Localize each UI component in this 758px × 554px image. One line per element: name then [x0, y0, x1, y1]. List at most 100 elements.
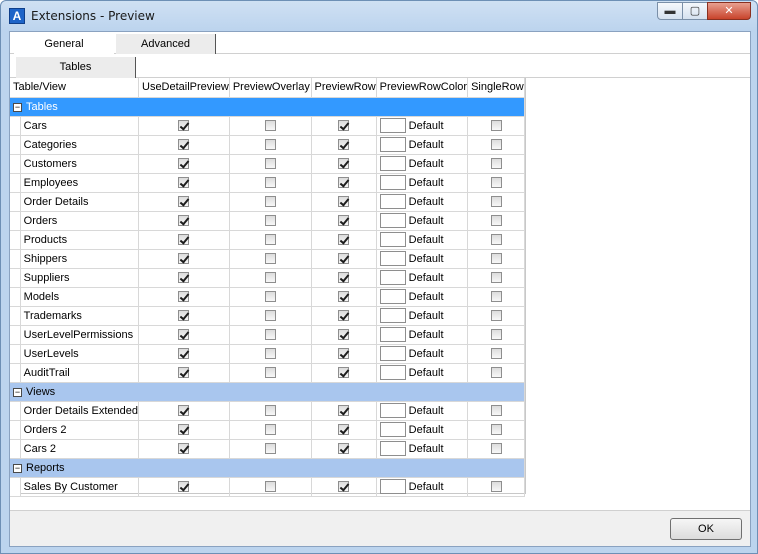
use-detail-preview-checkbox[interactable] — [178, 424, 190, 436]
use-detail-preview-checkbox[interactable] — [178, 405, 190, 417]
use-detail-preview-checkbox[interactable] — [178, 139, 190, 151]
color-swatch[interactable] — [379, 479, 406, 494]
table-row[interactable]: Order Details Extended Default — [10, 401, 525, 421]
single-row-checkbox[interactable] — [490, 481, 502, 493]
use-detail-preview-checkbox[interactable] — [178, 348, 190, 360]
color-swatch[interactable] — [379, 232, 406, 247]
use-detail-preview-checkbox[interactable] — [178, 272, 190, 284]
preview-row-color-cell[interactable]: Default — [376, 287, 469, 307]
preview-row-color-cell[interactable]: Default — [376, 344, 469, 364]
preview-row-color-cell[interactable]: Default — [376, 306, 469, 326]
table-row[interactable]: Trademarks Default — [10, 306, 525, 326]
preview-overlay-checkbox[interactable] — [264, 215, 276, 227]
use-detail-preview-checkbox[interactable] — [178, 234, 190, 246]
col-header-use-detail-preview[interactable]: UseDetailPreview — [138, 78, 230, 98]
group-row[interactable]: − Reports — [10, 458, 525, 478]
maximize-button[interactable]: ▢ — [682, 2, 708, 20]
preview-row-checkbox[interactable] — [338, 196, 350, 208]
preview-row-color-cell[interactable]: Default — [376, 154, 469, 174]
color-swatch[interactable] — [379, 365, 406, 380]
table-row[interactable]: Shippers Default — [10, 249, 525, 269]
preview-row-color-cell[interactable]: Default — [376, 116, 469, 136]
single-row-checkbox[interactable] — [490, 215, 502, 227]
close-button[interactable]: ✕ — [707, 2, 751, 20]
group-row[interactable]: − Views — [10, 382, 525, 402]
use-detail-preview-checkbox[interactable] — [178, 310, 190, 322]
col-header-preview-row-color[interactable]: PreviewRowColor — [376, 78, 469, 98]
preview-overlay-checkbox[interactable] — [264, 139, 276, 151]
table-row[interactable]: Employees Default — [10, 173, 525, 193]
single-row-checkbox[interactable] — [490, 443, 502, 455]
color-swatch[interactable] — [379, 441, 406, 456]
table-row[interactable]: Order Details Default — [10, 192, 525, 212]
use-detail-preview-checkbox[interactable] — [178, 196, 190, 208]
table-row[interactable]: Models Default — [10, 287, 525, 307]
preview-row-checkbox[interactable] — [338, 329, 350, 341]
preview-row-checkbox[interactable] — [338, 177, 350, 189]
single-row-checkbox[interactable] — [490, 139, 502, 151]
preview-row-checkbox[interactable] — [338, 253, 350, 265]
use-detail-preview-checkbox[interactable] — [178, 253, 190, 265]
preview-overlay-checkbox[interactable] — [264, 234, 276, 246]
preview-row-color-cell[interactable]: Default — [376, 192, 469, 212]
collapse-icon[interactable]: − — [13, 102, 22, 112]
color-swatch[interactable] — [379, 403, 406, 418]
preview-row-color-cell[interactable]: Default — [376, 401, 469, 421]
col-header-preview-overlay[interactable]: PreviewOverlay — [229, 78, 312, 98]
preview-row-color-cell[interactable]: Default — [376, 268, 469, 288]
color-swatch[interactable] — [379, 346, 406, 361]
table-row[interactable]: Orders 2 Default — [10, 420, 525, 440]
single-row-checkbox[interactable] — [490, 253, 502, 265]
preview-row-color-cell[interactable]: Default — [376, 230, 469, 250]
single-row-checkbox[interactable] — [490, 405, 502, 417]
preview-row-color-cell[interactable]: Default — [376, 363, 469, 383]
color-swatch[interactable] — [379, 308, 406, 323]
use-detail-preview-checkbox[interactable] — [178, 120, 190, 132]
preview-row-color-cell[interactable]: Default — [376, 211, 469, 231]
single-row-checkbox[interactable] — [490, 234, 502, 246]
color-swatch[interactable] — [379, 422, 406, 437]
col-header-single-row[interactable]: SingleRow — [467, 78, 525, 98]
table-row[interactable]: Suppliers Default — [10, 268, 525, 288]
table-row[interactable]: Customers Default — [10, 154, 525, 174]
preview-row-checkbox[interactable] — [338, 348, 350, 360]
color-swatch[interactable] — [379, 213, 406, 228]
single-row-checkbox[interactable] — [490, 291, 502, 303]
minimize-button[interactable]: ▬ — [657, 2, 683, 20]
use-detail-preview-checkbox[interactable] — [178, 177, 190, 189]
color-swatch[interactable] — [379, 251, 406, 266]
color-swatch[interactable] — [379, 289, 406, 304]
single-row-checkbox[interactable] — [490, 120, 502, 132]
preview-row-checkbox[interactable] — [338, 215, 350, 227]
color-swatch[interactable] — [379, 118, 406, 133]
preview-row-checkbox[interactable] — [338, 291, 350, 303]
table-row[interactable]: UserLevels Default — [10, 344, 525, 364]
preview-overlay-checkbox[interactable] — [264, 443, 276, 455]
preview-overlay-checkbox[interactable] — [264, 405, 276, 417]
table-row[interactable]: Products Default — [10, 230, 525, 250]
ok-button[interactable]: OK — [670, 518, 742, 540]
table-row[interactable]: AuditTrail Default — [10, 363, 525, 383]
single-row-checkbox[interactable] — [490, 348, 502, 360]
use-detail-preview-checkbox[interactable] — [178, 158, 190, 170]
preview-row-color-cell[interactable]: Default — [376, 477, 469, 497]
preview-row-checkbox[interactable] — [338, 158, 350, 170]
preview-row-color-cell[interactable]: Default — [376, 173, 469, 193]
preview-overlay-checkbox[interactable] — [264, 367, 276, 379]
use-detail-preview-checkbox[interactable] — [178, 443, 190, 455]
group-row[interactable]: − Tables — [10, 97, 525, 117]
tab-general[interactable]: General — [14, 34, 114, 54]
preview-row-checkbox[interactable] — [338, 139, 350, 151]
preview-row-color-cell[interactable]: Default — [376, 325, 469, 345]
preview-overlay-checkbox[interactable] — [264, 253, 276, 265]
preview-overlay-checkbox[interactable] — [264, 158, 276, 170]
preview-row-color-cell[interactable]: Default — [376, 420, 469, 440]
preview-row-checkbox[interactable] — [338, 481, 350, 493]
use-detail-preview-checkbox[interactable] — [178, 481, 190, 493]
preview-row-checkbox[interactable] — [338, 405, 350, 417]
single-row-checkbox[interactable] — [490, 158, 502, 170]
table-row[interactable]: Cars 2 Default — [10, 439, 525, 459]
collapse-icon[interactable]: − — [13, 387, 22, 397]
table-row[interactable]: UserLevelPermissions Default — [10, 325, 525, 345]
preview-overlay-checkbox[interactable] — [264, 291, 276, 303]
